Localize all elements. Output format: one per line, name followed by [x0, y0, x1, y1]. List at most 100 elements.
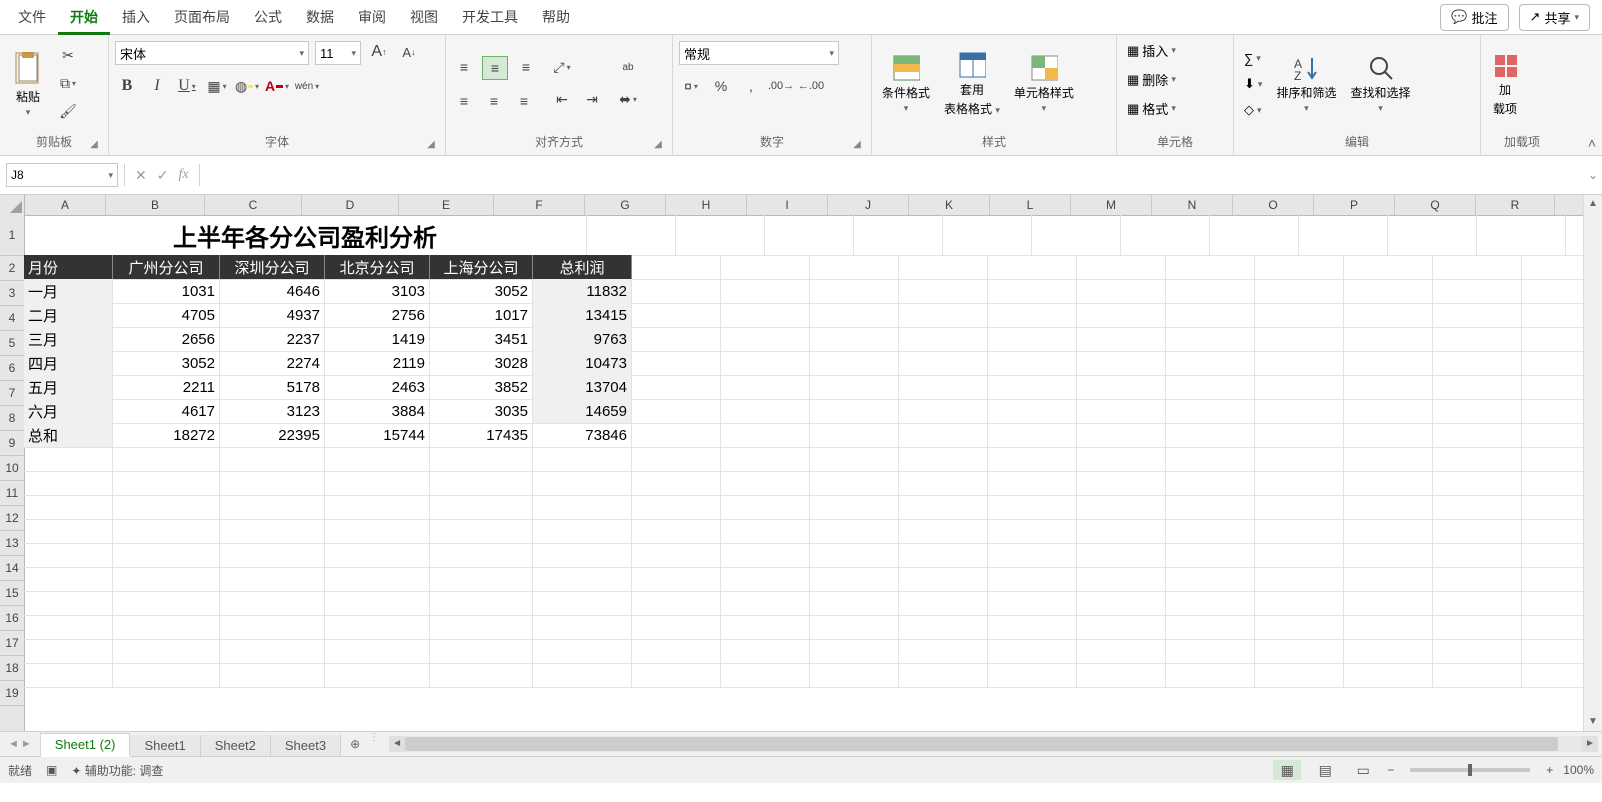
cell[interactable] [1344, 519, 1433, 544]
cell[interactable]: 22395 [220, 423, 325, 448]
hscroll-thumb[interactable] [405, 737, 1558, 751]
cell[interactable]: 3103 [325, 279, 430, 304]
zoom-in-button[interactable]: + [1546, 763, 1553, 777]
cell[interactable] [988, 447, 1077, 472]
row-header-16[interactable]: 16 [0, 606, 24, 631]
cell[interactable] [1433, 663, 1522, 688]
zoom-slider[interactable] [1410, 768, 1530, 772]
bold-button[interactable]: B [115, 75, 139, 97]
cell[interactable]: 1031 [113, 279, 220, 304]
cell[interactable] [1166, 591, 1255, 616]
cell[interactable] [721, 471, 810, 496]
menu-tab-9[interactable]: 帮助 [530, 0, 582, 35]
cell[interactable] [1255, 639, 1344, 664]
cell[interactable] [1077, 447, 1166, 472]
comments-button[interactable]: 💬 批注 [1440, 4, 1508, 31]
cell[interactable] [810, 591, 899, 616]
cell[interactable] [430, 543, 533, 568]
percent-button[interactable]: % [709, 75, 733, 97]
cell[interactable] [943, 215, 1032, 256]
cell[interactable] [220, 663, 325, 688]
cell[interactable]: 2211 [113, 375, 220, 400]
cell[interactable] [1077, 423, 1166, 448]
cell[interactable]: 14659 [533, 399, 632, 424]
col-header-H[interactable]: H [666, 195, 747, 215]
cell[interactable] [810, 399, 899, 424]
cell[interactable] [1255, 303, 1344, 328]
cell[interactable] [533, 495, 632, 520]
cell[interactable] [988, 303, 1077, 328]
cell[interactable] [1077, 615, 1166, 640]
cell[interactable] [113, 591, 220, 616]
align-middle-button[interactable]: ≡ [482, 56, 508, 80]
view-normal-button[interactable]: ▦ [1273, 760, 1301, 780]
cell[interactable] [533, 543, 632, 568]
orientation-button[interactable]: ⤢▾ [550, 57, 574, 79]
menu-tab-2[interactable]: 插入 [110, 0, 162, 35]
addins-button[interactable]: 加 载项 [1487, 49, 1523, 119]
cell[interactable] [632, 663, 721, 688]
cell[interactable] [1077, 663, 1166, 688]
cell[interactable] [810, 447, 899, 472]
cell[interactable] [1433, 543, 1522, 568]
cell[interactable] [810, 519, 899, 544]
cell[interactable] [721, 639, 810, 664]
cell[interactable] [1166, 639, 1255, 664]
cell[interactable]: 1419 [325, 327, 430, 352]
merge-button[interactable]: ⬌▾ [616, 89, 640, 111]
cell[interactable] [1433, 495, 1522, 520]
cell[interactable]: 15744 [325, 423, 430, 448]
decrease-indent-button[interactable]: ⇤ [550, 89, 574, 111]
row-header-6[interactable]: 6 [0, 356, 24, 381]
dialog-launcher-icon[interactable]: ◢ [652, 139, 664, 151]
cell[interactable]: 一月 [24, 279, 113, 304]
cell[interactable] [899, 279, 988, 304]
accounting-button[interactable]: ¤▾ [679, 75, 703, 97]
cell[interactable]: 11832 [533, 279, 632, 304]
menu-tab-0[interactable]: 文件 [6, 0, 58, 35]
menu-tab-7[interactable]: 视图 [398, 0, 450, 35]
cell[interactable] [533, 567, 632, 592]
cell[interactable]: 3052 [113, 351, 220, 376]
cell[interactable] [1166, 327, 1255, 352]
col-header-J[interactable]: J [828, 195, 909, 215]
cell[interactable] [1077, 639, 1166, 664]
cell[interactable] [1433, 519, 1522, 544]
font-name-combo[interactable]: 宋体 ▾ [115, 41, 309, 65]
cell[interactable] [721, 399, 810, 424]
view-page-break-button[interactable]: ▭ [1349, 760, 1377, 780]
cell[interactable] [632, 255, 721, 280]
cell[interactable] [1433, 447, 1522, 472]
align-right-button[interactable]: ≡ [512, 90, 536, 112]
row-header-5[interactable]: 5 [0, 331, 24, 356]
cell[interactable] [430, 519, 533, 544]
col-header-B[interactable]: B [106, 195, 205, 215]
cell[interactable] [988, 519, 1077, 544]
align-left-button[interactable]: ≡ [452, 90, 476, 112]
cell[interactable]: 四月 [24, 351, 113, 376]
cell[interactable] [1077, 495, 1166, 520]
cell[interactable] [899, 423, 988, 448]
zoom-out-button[interactable]: − [1387, 763, 1394, 777]
scroll-right-button[interactable]: ► [1582, 736, 1598, 752]
clear-button[interactable]: ◇▾ [1240, 100, 1266, 120]
cell[interactable] [325, 543, 430, 568]
cell[interactable] [325, 591, 430, 616]
cell[interactable] [220, 639, 325, 664]
cell[interactable] [1077, 591, 1166, 616]
cell[interactable] [113, 519, 220, 544]
cell[interactable] [1166, 399, 1255, 424]
cell[interactable] [1255, 615, 1344, 640]
cell[interactable]: 3852 [430, 375, 533, 400]
cell[interactable]: 73846 [533, 423, 632, 448]
cell[interactable]: 2463 [325, 375, 430, 400]
share-button[interactable]: ↗ 共享 ▾ [1519, 4, 1590, 31]
cell[interactable]: 五月 [24, 375, 113, 400]
cell[interactable] [1344, 471, 1433, 496]
cell[interactable]: 总利润 [533, 255, 632, 280]
cell[interactable] [24, 615, 113, 640]
cell[interactable] [430, 639, 533, 664]
vertical-scrollbar[interactable]: ▲ ▼ [1583, 195, 1602, 731]
sheet-tab-0[interactable]: Sheet1 (2) [41, 733, 131, 757]
cell[interactable] [1344, 303, 1433, 328]
